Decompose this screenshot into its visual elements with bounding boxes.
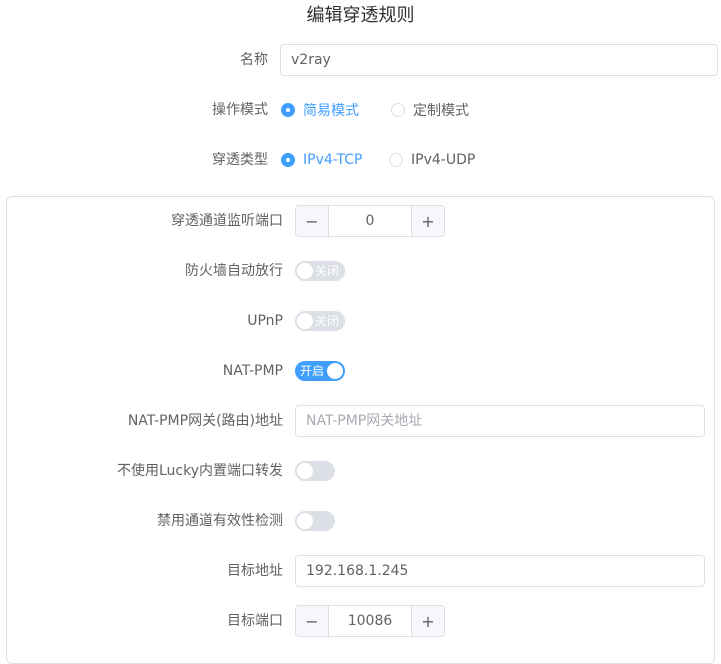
- target-port-decrement-button[interactable]: −: [296, 606, 329, 636]
- natpmp-label: NAT-PMP: [222, 363, 283, 379]
- no-builtin-forward-switch[interactable]: [295, 461, 335, 481]
- firewall-switch[interactable]: 关闭: [295, 261, 345, 281]
- target-port-label: 目标端口: [227, 613, 283, 629]
- mode-custom-label: 定制模式: [413, 103, 469, 119]
- target-addr-label: 目标地址: [227, 563, 283, 579]
- switch-knob: [297, 513, 313, 529]
- natpmp-gateway-label: NAT-PMP网关(路由)地址: [127, 413, 283, 429]
- upnp-label: UPnP: [247, 313, 283, 329]
- radio-dot-icon: [281, 103, 295, 117]
- name-label: 名称: [240, 52, 268, 68]
- switch-knob: [297, 463, 313, 479]
- no-builtin-forward-label: 不使用Lucky内置端口转发: [116, 463, 283, 479]
- radio-dot-icon: [391, 103, 405, 117]
- firewall-label: 防火墙自动放行: [185, 263, 283, 279]
- listen-port-value[interactable]: 0: [329, 206, 411, 236]
- listen-port-stepper: − 0 +: [295, 205, 445, 237]
- listen-port-label: 穿透通道监听端口: [171, 213, 283, 229]
- type-tcp-label: IPv4-TCP: [303, 152, 363, 168]
- upnp-switch[interactable]: 关闭: [295, 311, 345, 331]
- switch-knob: [297, 263, 313, 279]
- mode-simple-radio[interactable]: 简易模式: [281, 100, 359, 120]
- type-label: 穿透类型: [212, 152, 268, 168]
- listen-port-decrement-button[interactable]: −: [296, 206, 329, 236]
- target-port-value[interactable]: 10086: [329, 606, 411, 636]
- mode-label: 操作模式: [212, 102, 268, 118]
- radio-dot-icon: [389, 153, 403, 167]
- switch-knob: [327, 363, 343, 379]
- target-port-increment-button[interactable]: +: [411, 606, 444, 636]
- natpmp-gateway-input[interactable]: NAT-PMP网关地址: [295, 405, 705, 437]
- radio-dot-icon: [281, 153, 295, 167]
- mode-custom-radio[interactable]: 定制模式: [391, 100, 469, 120]
- upnp-switch-text: 关闭: [315, 314, 340, 328]
- page-title: 编辑穿透规则: [306, 5, 415, 26]
- disable-check-switch[interactable]: [295, 511, 335, 531]
- name-input[interactable]: v2ray: [280, 44, 718, 76]
- mode-simple-label: 简易模式: [303, 103, 359, 119]
- type-tcp-radio[interactable]: IPv4-TCP: [281, 150, 362, 170]
- switch-knob: [297, 313, 313, 329]
- firewall-switch-text: 关闭: [315, 264, 340, 278]
- type-udp-radio[interactable]: IPv4-UDP: [389, 150, 475, 170]
- type-udp-label: IPv4-UDP: [411, 152, 476, 168]
- listen-port-increment-button[interactable]: +: [411, 206, 444, 236]
- target-port-stepper: − 10086 +: [295, 605, 445, 637]
- disable-check-label: 禁用通道有效性检测: [157, 513, 283, 529]
- natpmp-switch-text: 开启: [300, 364, 325, 378]
- target-addr-input[interactable]: 192.168.1.245: [295, 555, 705, 587]
- natpmp-switch[interactable]: 开启: [295, 361, 345, 381]
